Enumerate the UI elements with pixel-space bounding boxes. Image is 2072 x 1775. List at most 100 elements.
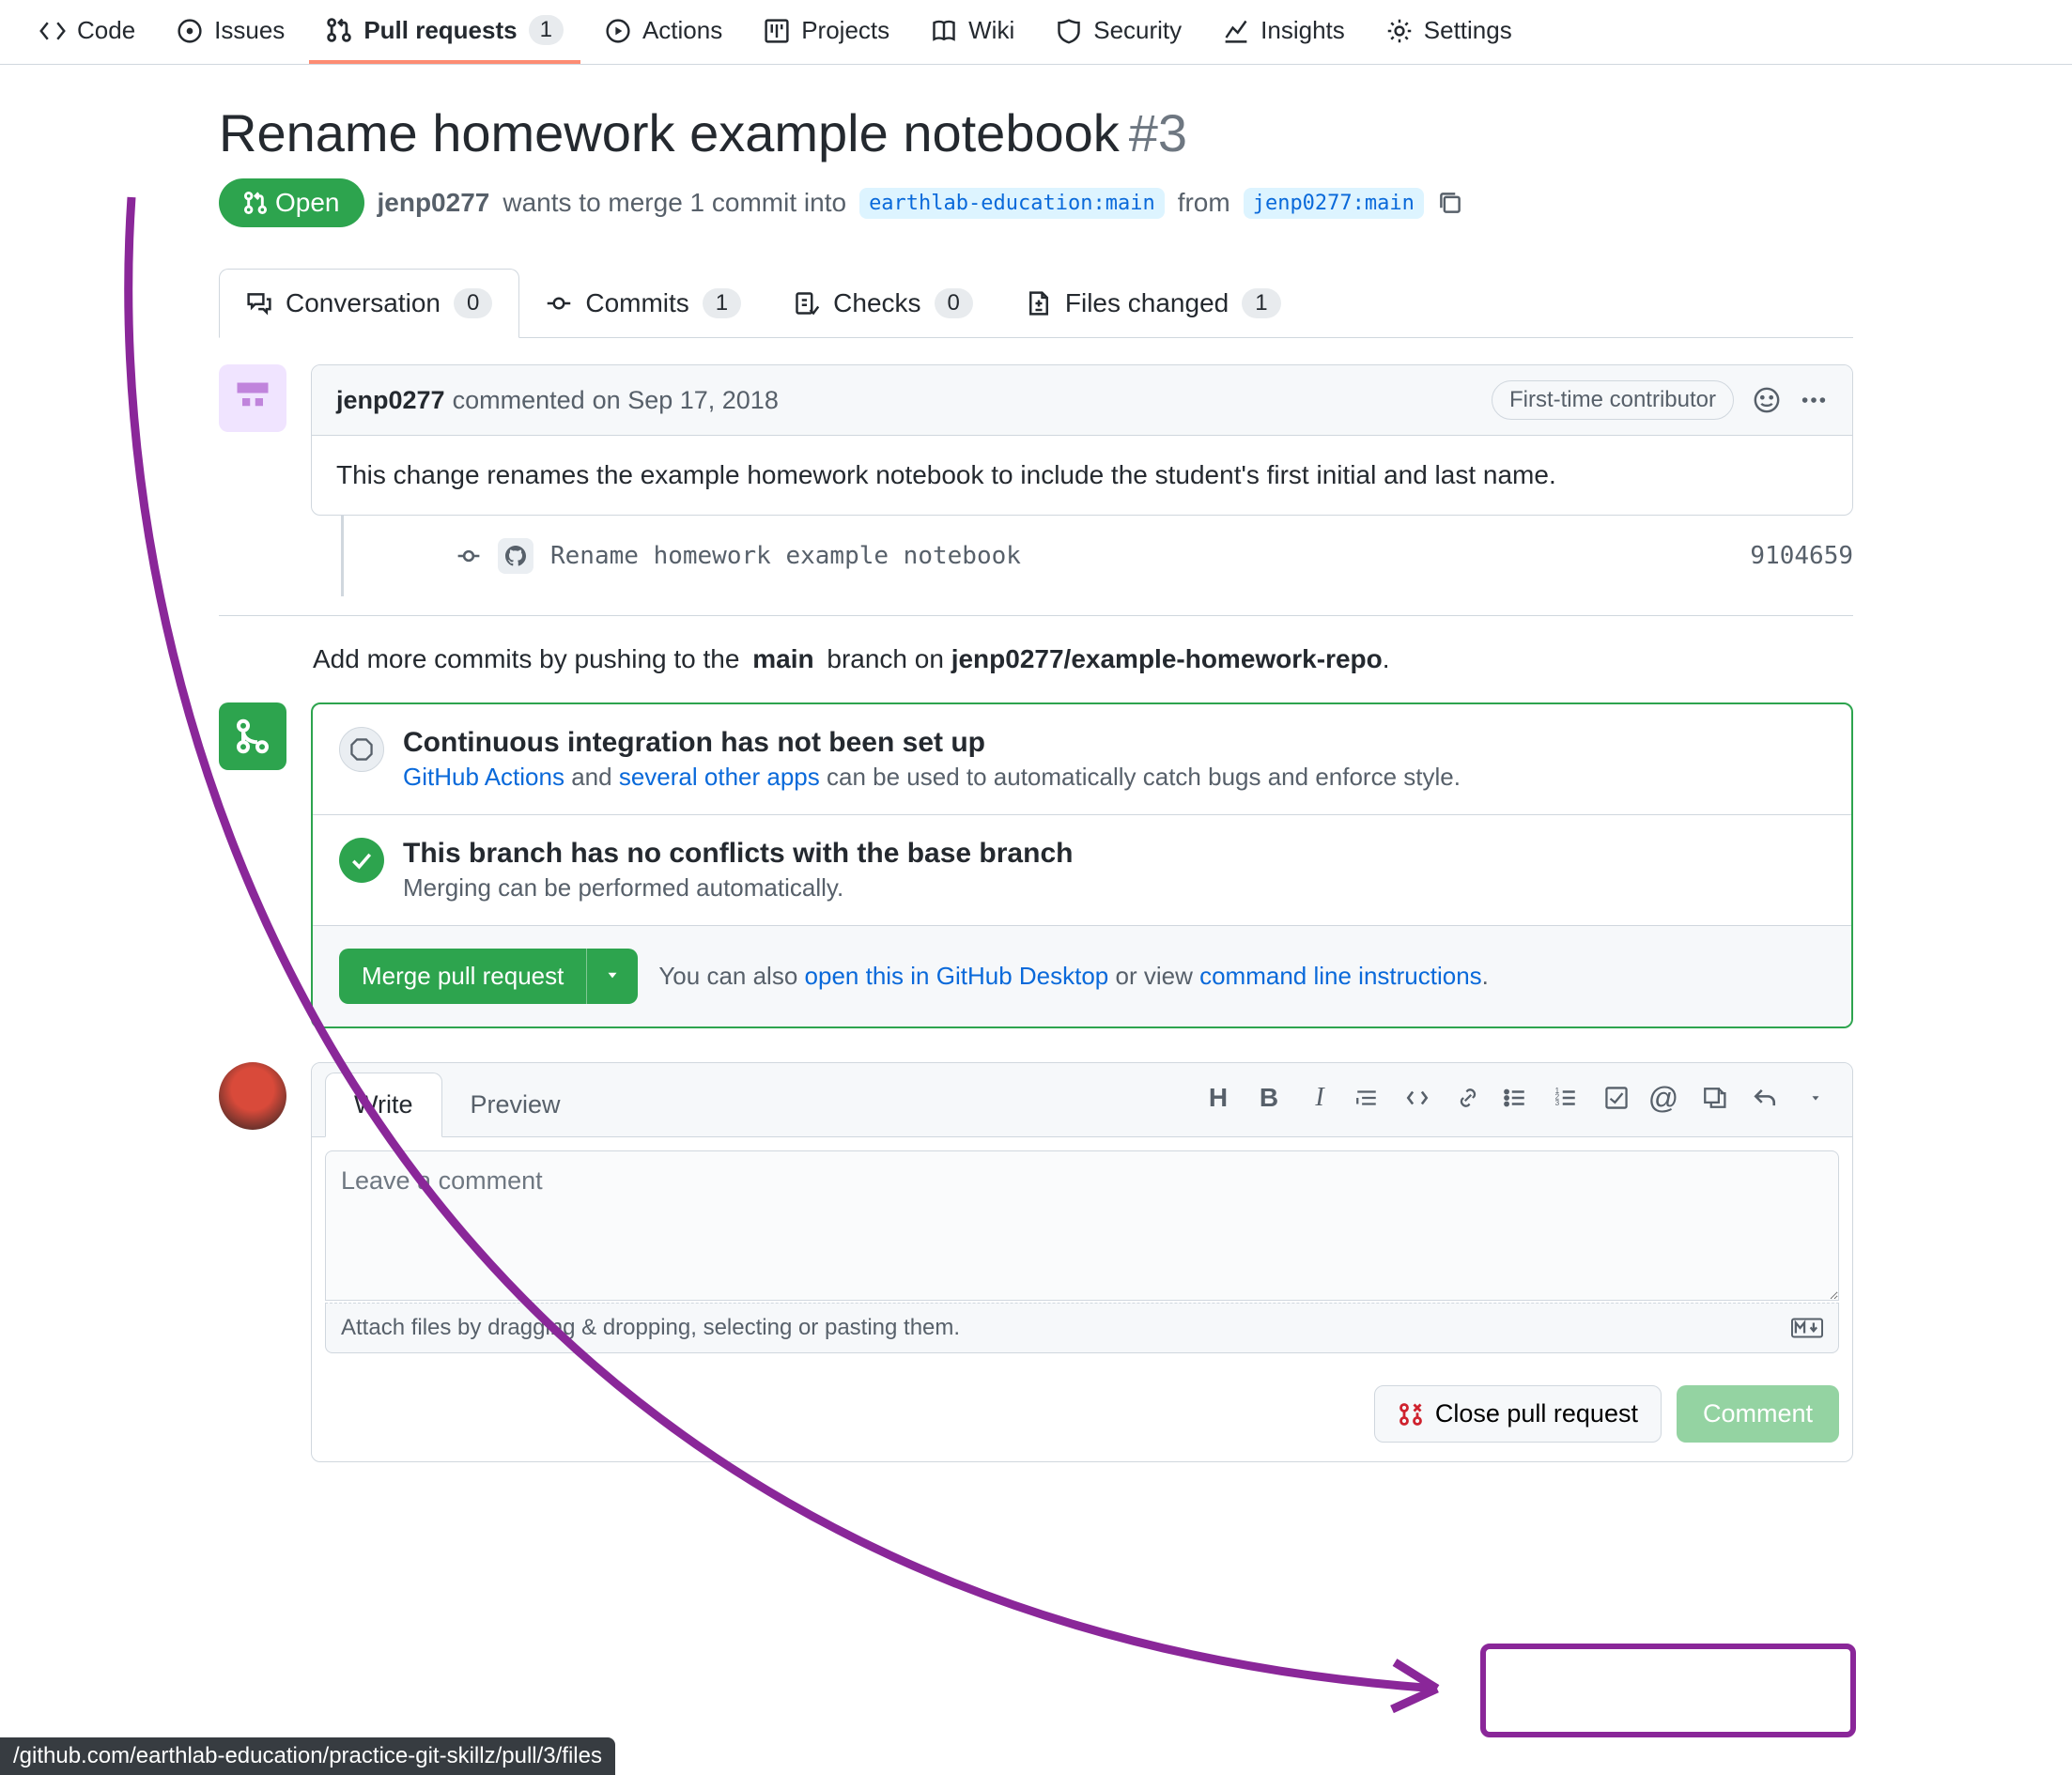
bold-icon[interactable]: B — [1255, 1084, 1283, 1112]
merge-status-icon — [219, 702, 286, 770]
italic-icon[interactable]: I — [1306, 1084, 1334, 1112]
main-content: Rename homework example notebook #3 Open… — [191, 65, 1881, 1462]
pr-author[interactable]: jenp0277 — [378, 188, 490, 218]
ci-title: Continuous integration has not been set … — [403, 727, 1461, 759]
bullet-list-icon[interactable] — [1501, 1084, 1529, 1112]
copy-icon[interactable] — [1437, 190, 1463, 216]
tasklist-icon[interactable] — [1602, 1084, 1631, 1112]
mention-icon[interactable]: @ — [1649, 1084, 1678, 1112]
play-icon — [605, 18, 631, 44]
graph-icon — [1223, 18, 1249, 44]
smiley-icon[interactable] — [1753, 386, 1781, 414]
git-commit-icon — [456, 544, 481, 568]
cli-link[interactable]: command line instructions — [1199, 962, 1482, 990]
push-hint: Add more commits by pushing to the main … — [219, 615, 1853, 702]
tab-code[interactable]: Code — [23, 0, 152, 64]
pr-subtabs: Conversation 0 Commits 1 Checks 0 Files … — [219, 269, 1853, 338]
checklist-icon — [794, 290, 820, 316]
tab-code-label: Code — [77, 16, 135, 45]
first-contributor-badge: First-time contributor — [1492, 380, 1734, 420]
no-conflicts-section: This branch has no conflicts with the ba… — [313, 815, 1851, 926]
avatar[interactable] — [219, 364, 286, 432]
close-pr-button[interactable]: Close pull request — [1374, 1385, 1662, 1443]
comment-discussion-icon — [246, 290, 272, 316]
pr-title: Rename homework example notebook — [219, 102, 1120, 163]
comment-form-box: Write Preview H B I — [311, 1062, 1853, 1462]
browser-status-url: /github.com/earthlab-education/practice-… — [0, 1737, 615, 1775]
comment-verb: commented — [453, 386, 585, 415]
reply-icon[interactable] — [1751, 1084, 1779, 1112]
commit-message[interactable]: Rename homework example notebook — [550, 542, 1733, 570]
markdown-icon[interactable] — [1791, 1318, 1823, 1338]
triangle-down-icon[interactable] — [1801, 1084, 1830, 1112]
merge-box: Continuous integration has not been set … — [311, 702, 1853, 1028]
stop-icon — [339, 727, 384, 772]
tab-commits-count: 1 — [703, 288, 741, 318]
quote-icon[interactable] — [1353, 1084, 1381, 1112]
svg-text:3: 3 — [1555, 1099, 1560, 1107]
tab-insights[interactable]: Insights — [1206, 0, 1362, 64]
tab-conversation[interactable]: Conversation 0 — [219, 269, 519, 338]
pr-head-branch[interactable]: jenp0277:main — [1244, 188, 1424, 219]
tab-checks-label: Checks — [833, 288, 920, 318]
tab-wiki[interactable]: Wiki — [914, 0, 1031, 64]
textarea-wrap: Attach files by dragging & dropping, sel… — [312, 1137, 1852, 1366]
check-icon — [339, 838, 384, 883]
tab-issues[interactable]: Issues — [160, 0, 302, 64]
tab-files[interactable]: Files changed 1 — [999, 269, 1307, 337]
comment-textarea[interactable] — [325, 1150, 1839, 1301]
pr-base-branch[interactable]: earthlab-education:main — [859, 188, 1165, 219]
pr-meta: Open jenp0277 wants to merge 1 commit in… — [219, 178, 1853, 227]
no-conflicts-sub: Merging can be performed automatically. — [403, 873, 1073, 903]
tab-actions[interactable]: Actions — [588, 0, 739, 64]
merge-action-row: Merge pull request You can also open thi… — [313, 926, 1851, 1026]
book-icon — [931, 18, 957, 44]
annotation-highlight-box — [1480, 1644, 1856, 1737]
tab-settings[interactable]: Settings — [1369, 0, 1529, 64]
tab-actions-label: Actions — [642, 16, 722, 45]
tab-issues-label: Issues — [214, 16, 285, 45]
tab-pr-count: 1 — [529, 15, 564, 45]
numbered-list-icon[interactable]: 123 — [1552, 1084, 1580, 1112]
tab-pull-requests[interactable]: Pull requests 1 — [309, 0, 580, 64]
tab-projects-label: Projects — [801, 16, 889, 45]
desktop-link[interactable]: open this in GitHub Desktop — [805, 962, 1109, 990]
project-icon — [764, 18, 790, 44]
code-icon[interactable] — [1403, 1084, 1431, 1112]
code-icon — [39, 18, 66, 44]
link-icon[interactable] — [1454, 1084, 1482, 1112]
pr-title-row: Rename homework example notebook #3 — [219, 102, 1853, 163]
tab-security[interactable]: Security — [1039, 0, 1198, 64]
heading-icon[interactable]: H — [1204, 1084, 1232, 1112]
comment-date[interactable]: on Sep 17, 2018 — [593, 386, 779, 415]
merge-button[interactable]: Merge pull request — [339, 949, 586, 1004]
issue-icon — [177, 18, 203, 44]
commit-line: Rename homework example notebook 9104659 — [341, 516, 1853, 596]
reference-icon[interactable] — [1700, 1084, 1728, 1112]
no-conflicts-title: This branch has no conflicts with the ba… — [403, 838, 1073, 870]
preview-tab[interactable]: Preview — [442, 1073, 589, 1136]
attach-bar[interactable]: Attach files by dragging & dropping, sel… — [325, 1303, 1839, 1353]
repo-nav: Code Issues Pull requests 1 Actions Proj… — [0, 0, 2072, 65]
pr-state-open: Open — [219, 178, 364, 227]
tab-files-label: Files changed — [1065, 288, 1229, 318]
tab-insights-label: Insights — [1260, 16, 1345, 45]
tab-settings-label: Settings — [1424, 16, 1512, 45]
merge-caret[interactable] — [586, 949, 638, 1004]
tab-projects[interactable]: Projects — [747, 0, 906, 64]
tab-checks[interactable]: Checks 0 — [767, 269, 999, 337]
kebab-icon[interactable] — [1800, 386, 1828, 414]
comment-button[interactable]: Comment — [1677, 1385, 1839, 1443]
write-tab[interactable]: Write — [325, 1073, 442, 1137]
commit-sha[interactable]: 9104659 — [1750, 542, 1853, 570]
commit-avatar[interactable] — [498, 538, 533, 574]
tab-commits[interactable]: Commits 1 — [519, 269, 767, 337]
apps-link[interactable]: several other apps — [619, 763, 820, 791]
actions-link[interactable]: GitHub Actions — [403, 763, 564, 791]
markdown-toolbar: H B I 123 — [1204, 1084, 1839, 1125]
current-user-avatar[interactable] — [219, 1062, 286, 1130]
tab-conversation-count: 0 — [454, 288, 492, 318]
tab-security-label: Security — [1093, 16, 1182, 45]
comment-author[interactable]: jenp0277 — [336, 386, 445, 415]
pr-state-label: Open — [275, 188, 340, 218]
